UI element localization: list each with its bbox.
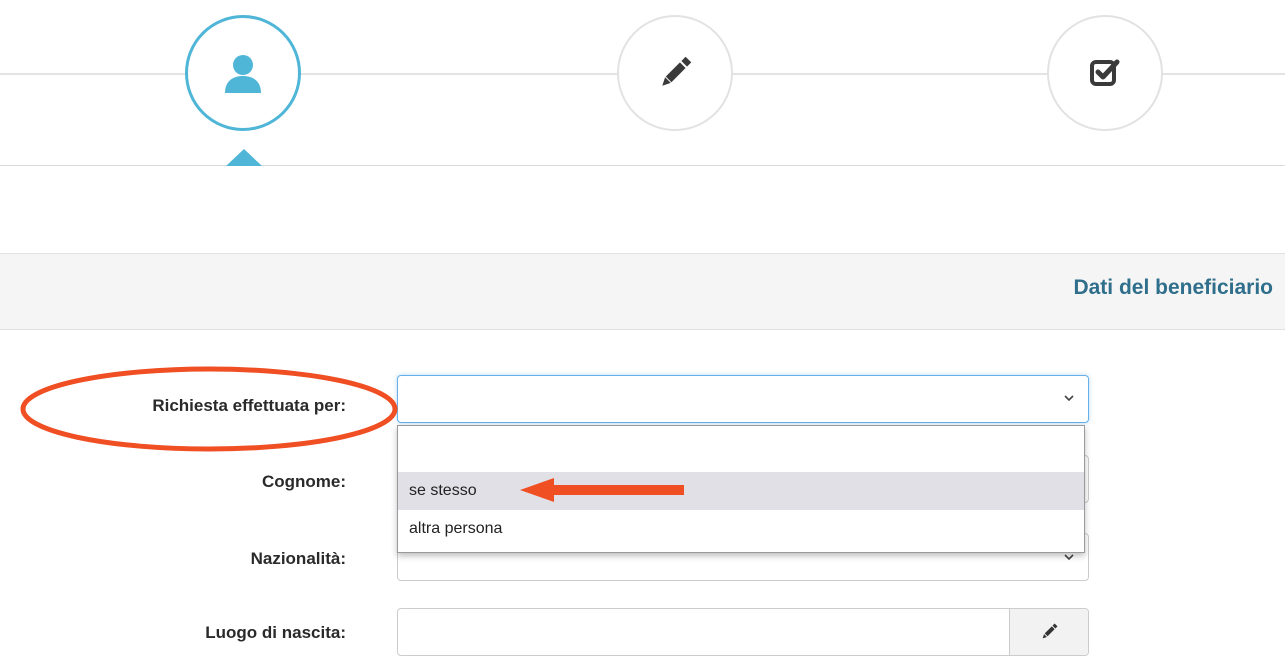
- wizard-divider: [0, 165, 1285, 166]
- wizard-step-beneficiary[interactable]: [185, 15, 301, 131]
- cognome-label: Cognome:: [261, 472, 346, 491]
- active-step-pointer: [226, 149, 262, 166]
- chevron-down-icon: [1064, 395, 1074, 402]
- annotation-ellipse: [20, 366, 398, 452]
- panel-header: Dati del beneficiario: [0, 253, 1285, 330]
- option-altra-persona[interactable]: altra persona: [398, 510, 1084, 548]
- luogo-nascita-edit-button[interactable]: [1009, 609, 1088, 655]
- pencil-icon: [1042, 623, 1058, 639]
- wizard-step-edit[interactable]: [617, 15, 733, 131]
- option-se-stesso[interactable]: se stesso: [398, 472, 1084, 510]
- richiesta-dropdown-list: se stesso altra persona: [397, 425, 1085, 553]
- wizard-step-confirm[interactable]: [1047, 15, 1163, 131]
- annotation-arrow: [520, 478, 684, 502]
- check-square-icon: [1090, 59, 1120, 86]
- pencil-icon: [662, 56, 692, 86]
- nazionalita-label: Nazionalità:: [250, 549, 346, 568]
- option-empty[interactable]: [398, 434, 1084, 472]
- luogo-nascita-label: Luogo di nascita:: [205, 623, 346, 642]
- richiesta-select[interactable]: [397, 375, 1089, 423]
- user-icon: [225, 55, 261, 93]
- panel-title: Dati del beneficiario: [1073, 276, 1273, 299]
- luogo-nascita-field[interactable]: [397, 608, 1089, 656]
